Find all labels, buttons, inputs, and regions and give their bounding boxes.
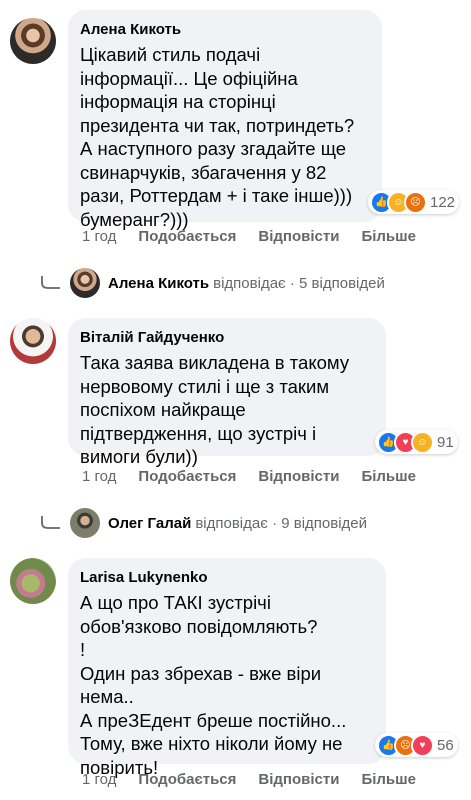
like-button[interactable]: Подобається [138,771,236,788]
like-button[interactable]: Подобається [138,468,236,485]
comment-time[interactable]: 1 год [82,228,116,245]
reply-arrow-icon [41,516,60,529]
reactions-summary[interactable]: 👍 ☹ ♥ 56 [375,733,458,757]
avatar [70,268,100,298]
avatar [70,508,100,538]
comment-time[interactable]: 1 год [82,771,116,788]
comment-author[interactable]: Віталій Гайдученко [80,328,374,348]
reply-count: · 5 відповідей [289,274,385,292]
reply-button[interactable]: Відповісти [258,771,339,788]
comment-text: Цікавий стиль подачі інформації... Це оф… [80,44,355,230]
reply-verb: відповідає [213,274,286,292]
more-button[interactable]: Більше [361,228,416,245]
avatar[interactable] [10,558,56,604]
comment-bubble: Larisa Lukynenko А що про ТАКІ зустрічі … [68,558,386,778]
reaction-count: 122 [430,193,456,211]
reaction-count: 56 [437,736,454,754]
haha-reaction-icon: ☺ [411,430,434,454]
reply-count: · 9 відповідей [272,514,368,532]
reactions-summary[interactable]: 👍 ♥ ☺ 91 [375,430,458,454]
reply-button[interactable]: Відповісти [258,228,339,245]
reply-verb: відповідає [195,514,268,532]
more-button[interactable]: Більше [361,771,416,788]
comment-actions: 1 год Подобається Відповісти Більше [82,228,438,245]
like-button[interactable]: Подобається [138,228,236,245]
reply-arrow-icon [41,276,60,289]
comment-actions: 1 год Подобається Відповісти Більше [82,468,438,485]
comment-time[interactable]: 1 год [82,468,116,485]
reaction-count: 91 [437,433,454,451]
reply-author: Алена Кикоть [108,274,210,292]
more-button[interactable]: Більше [361,468,416,485]
reply-author: Олег Галай [108,514,192,532]
reply-button[interactable]: Відповісти [258,468,339,485]
comment-author[interactable]: Алена Кикоть [80,20,370,40]
angry-reaction-icon: ☹ [404,190,427,214]
comment-bubble: Віталій Гайдученко Така заява викладена … [68,318,386,467]
replies-link[interactable]: Олег Галай відповідає · 9 відповідей [40,508,367,538]
comment-actions: 1 год Подобається Відповісти Більше [82,771,438,788]
comment-text: А що про ТАКІ зустрічі обов'язково повід… [80,592,347,778]
comment-text: Така заява викладена в такому нервовому … [80,352,350,467]
love-reaction-icon: ♥ [411,733,434,757]
avatar[interactable] [10,318,56,364]
replies-link[interactable]: Алена Кикоть відповідає · 5 відповідей [40,268,385,298]
reactions-summary[interactable]: 👍 ☺ ☹ 122 [368,190,460,214]
comment-author[interactable]: Larisa Lukynenko [80,568,374,588]
avatar[interactable] [10,18,56,64]
comment-bubble: Алена Кикоть Цікавий стиль подачі інформ… [68,10,382,230]
